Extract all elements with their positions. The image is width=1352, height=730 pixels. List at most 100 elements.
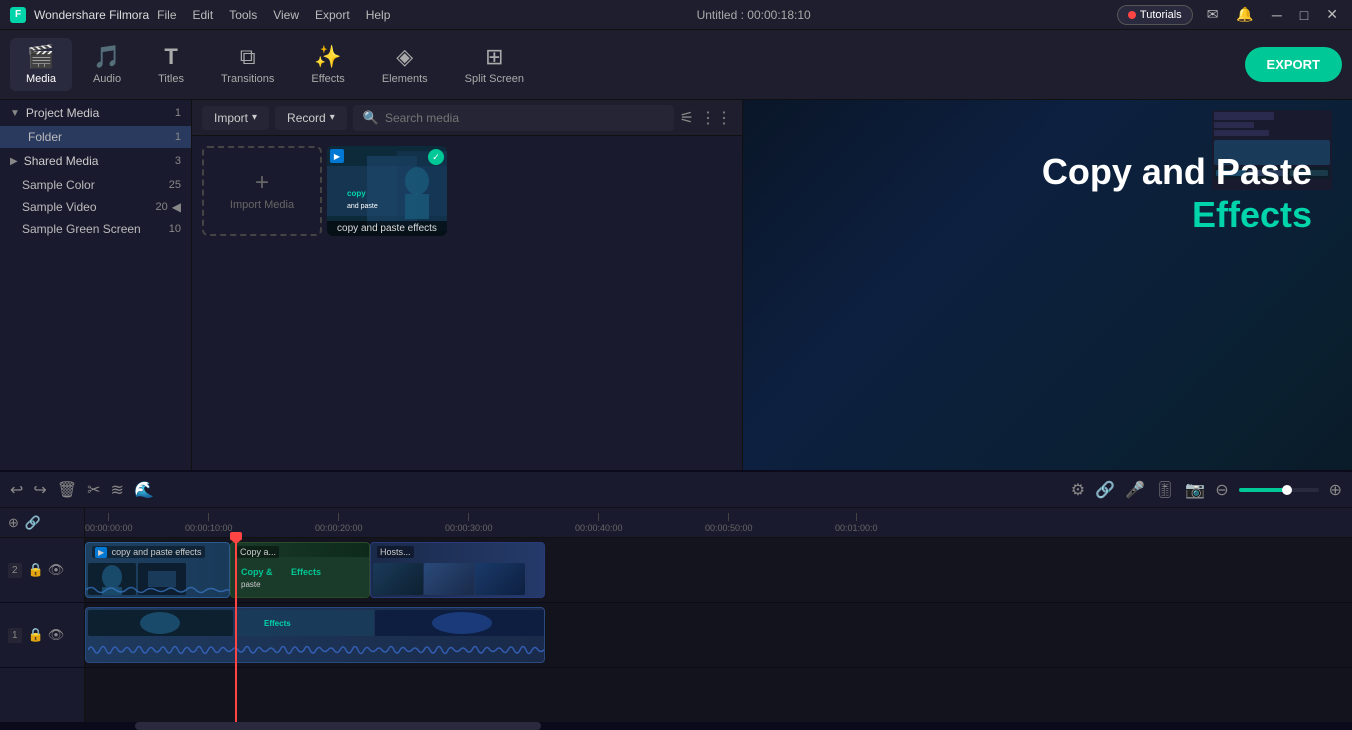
frame-3a bbox=[373, 563, 423, 595]
preview-title: Copy and Paste Effects bbox=[1042, 150, 1312, 236]
sample-color-count: 25 bbox=[169, 179, 181, 191]
clip-hosts[interactable]: Hosts... bbox=[370, 542, 545, 598]
shared-media-label: Shared Media bbox=[24, 154, 169, 168]
clip-frames-3 bbox=[371, 561, 544, 597]
menu-edit[interactable]: Edit bbox=[193, 8, 214, 22]
clip-copy-paste-effects[interactable]: ▶ copy and paste effects bbox=[85, 542, 230, 598]
timeline-scrollbar-thumb[interactable] bbox=[135, 722, 541, 730]
svg-text:and paste: and paste bbox=[347, 203, 378, 210]
sample-video-label: Sample Video bbox=[22, 200, 97, 214]
sidebar-section-shared-media[interactable]: ▶ Shared Media 3 bbox=[0, 148, 191, 174]
titlebar-left: F Wondershare Filmora File Edit Tools Vi… bbox=[10, 7, 390, 23]
titles-label: Titles bbox=[158, 73, 184, 85]
track-row-1: Effects bbox=[85, 603, 1352, 668]
toolbar-media[interactable]: 🎬 Media bbox=[10, 38, 72, 91]
close-button[interactable]: ✕ bbox=[1322, 4, 1342, 25]
import-button[interactable]: Import ▾ bbox=[202, 106, 269, 130]
toolbar-effects[interactable]: ✨ Effects bbox=[295, 38, 360, 91]
svg-text:Effects: Effects bbox=[264, 619, 291, 628]
mic-icon[interactable]: 🎤 bbox=[1125, 480, 1145, 500]
split-button[interactable]: ✂ bbox=[87, 480, 100, 500]
menu-help[interactable]: Help bbox=[366, 8, 391, 22]
zoom-in-icon[interactable]: ⊕ bbox=[1329, 480, 1342, 500]
track-1-lock-icon[interactable]: 🔒 bbox=[28, 627, 44, 643]
toolbar-split-screen[interactable]: ⊞ Split Screen bbox=[449, 38, 540, 91]
folder-count: 1 bbox=[175, 131, 181, 143]
timeline-content: ⊕ 🔗 2 🔒 👁 1 🔒 👁 bbox=[0, 508, 1352, 722]
delete-button[interactable]: 🗑 bbox=[57, 480, 77, 500]
timeline-toolbar: ↩ ↪ 🗑 ✂ ≋ 🌊 ⚙ 🔗 🎤 🎚 📷 ⊖ ⊕ bbox=[0, 472, 1352, 508]
main-frame-2: Effects bbox=[234, 610, 374, 636]
zoom-handle[interactable] bbox=[1282, 485, 1292, 495]
clip-label-1: ▶ copy and paste effects bbox=[92, 546, 205, 558]
toolbar-titles[interactable]: T Titles bbox=[142, 38, 200, 91]
transitions-label: Transitions bbox=[221, 73, 274, 85]
zoom-out-icon[interactable]: ⊖ bbox=[1215, 480, 1228, 500]
grid-view-icon[interactable]: ⋮⋮ bbox=[700, 108, 732, 128]
import-media-placeholder[interactable]: + Import Media bbox=[202, 146, 322, 236]
mail-icon[interactable]: ✉ bbox=[1203, 4, 1223, 25]
toolbar-transitions[interactable]: ⧉ Transitions bbox=[205, 38, 290, 91]
add-track-icon[interactable]: ⊕ bbox=[8, 515, 19, 531]
tutorials-button[interactable]: Tutorials bbox=[1117, 5, 1193, 25]
track-1-icons: 🔒 👁 bbox=[28, 627, 65, 643]
menu-tools[interactable]: Tools bbox=[229, 8, 257, 22]
track-1-hide-icon[interactable]: 👁 bbox=[48, 627, 65, 643]
waveform-button[interactable]: 🌊 bbox=[134, 480, 154, 500]
toolbar-elements[interactable]: ◈ Elements bbox=[366, 38, 444, 91]
main-frame-3 bbox=[375, 610, 544, 636]
zoom-slider[interactable] bbox=[1239, 488, 1319, 492]
import-chevron-icon: ▾ bbox=[252, 112, 257, 123]
camera-icon[interactable]: 📷 bbox=[1185, 480, 1205, 500]
export-button[interactable]: EXPORT bbox=[1245, 47, 1342, 82]
undo-button[interactable]: ↩ bbox=[10, 480, 23, 500]
sidebar-item-sample-video[interactable]: Sample Video 20 ◀ bbox=[0, 196, 191, 218]
titlebar: F Wondershare Filmora File Edit Tools Vi… bbox=[0, 0, 1352, 30]
sidebar-item-sample-color[interactable]: Sample Color 25 bbox=[0, 174, 191, 196]
clip-waveform bbox=[86, 583, 229, 597]
clip-effects-overlay[interactable]: Copy a... Copy & paste Effects bbox=[230, 542, 370, 598]
search-icon: 🔍 bbox=[363, 110, 379, 126]
redo-button[interactable]: ↪ bbox=[33, 480, 46, 500]
clip-label-3: Hosts... bbox=[377, 546, 414, 558]
timeline-tracks-area: 00:00:00:00 00:00:10:00 00:00:20:00 00:0… bbox=[85, 508, 1352, 722]
toolbar-audio[interactable]: 🎵 Audio bbox=[77, 38, 137, 91]
audio-track-icon[interactable]: 🎚 bbox=[1155, 480, 1175, 500]
search-input[interactable] bbox=[385, 111, 664, 125]
project-title: Untitled : 00:00:18:10 bbox=[697, 8, 811, 22]
svg-text:Copy &: Copy & bbox=[241, 567, 273, 577]
menu-file[interactable]: File bbox=[157, 8, 176, 22]
magnet-icon[interactable]: 🔗 bbox=[1095, 480, 1115, 500]
audio-settings-button[interactable]: ≋ bbox=[111, 480, 124, 500]
link-icon[interactable]: 🔗 bbox=[25, 515, 41, 531]
split-screen-icon: ⊞ bbox=[485, 44, 503, 70]
media-item-copy-paste[interactable]: copy and paste ▶ ✓ copy and paste effect… bbox=[327, 146, 447, 236]
clip-main-video[interactable]: Effects bbox=[85, 607, 545, 663]
sidebar-item-folder[interactable]: Folder 1 bbox=[0, 126, 191, 148]
search-box: 🔍 bbox=[353, 105, 674, 131]
sample-color-label: Sample Color bbox=[22, 178, 95, 192]
timeline-settings-icon[interactable]: ⚙ bbox=[1071, 480, 1085, 500]
track-2-lock-icon[interactable]: 🔒 bbox=[28, 562, 44, 578]
menu-export[interactable]: Export bbox=[315, 8, 350, 22]
audio-icon: 🎵 bbox=[93, 44, 120, 70]
main-waveform-svg bbox=[88, 638, 544, 662]
effects-label: Effects bbox=[311, 73, 344, 85]
sidebar-item-sample-green-screen[interactable]: Sample Green Screen 10 bbox=[0, 218, 191, 240]
preview-title-line2: Effects bbox=[1042, 193, 1312, 236]
titles-icon: T bbox=[164, 44, 177, 70]
minimize-button[interactable]: ─ bbox=[1268, 5, 1286, 25]
media-icon: 🎬 bbox=[27, 44, 54, 70]
filter-icon[interactable]: ⚟ bbox=[680, 108, 694, 128]
record-button[interactable]: Record ▾ bbox=[275, 106, 347, 130]
track-2-hide-icon[interactable]: 👁 bbox=[48, 562, 65, 578]
track-2-icons: 🔒 👁 bbox=[28, 562, 65, 578]
svg-text:copy: copy bbox=[347, 189, 366, 198]
maximize-button[interactable]: □ bbox=[1296, 5, 1312, 25]
sidebar-section-project-media[interactable]: ▼ Project Media 1 bbox=[0, 100, 191, 126]
menu-view[interactable]: View bbox=[273, 8, 299, 22]
app-logo-icon: F bbox=[10, 7, 26, 23]
timeline-scrollbar[interactable] bbox=[0, 722, 1352, 730]
thumb-overlay: ✓ bbox=[425, 146, 447, 168]
notifications-icon[interactable]: 🔔 bbox=[1232, 4, 1257, 25]
